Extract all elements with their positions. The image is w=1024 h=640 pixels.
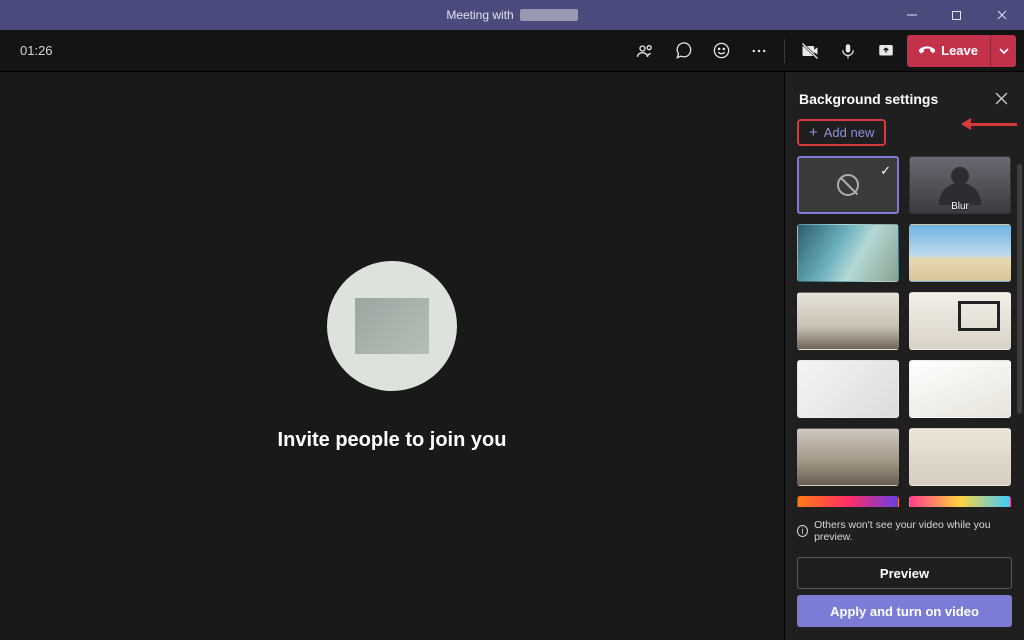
app-window: Meeting with 01:26 xyxy=(0,0,1024,640)
avatar-placeholder xyxy=(355,298,429,354)
bg-option-image[interactable] xyxy=(909,292,1011,350)
preview-info: i Others won't see your video while you … xyxy=(797,513,1012,551)
leave-button[interactable]: Leave xyxy=(907,35,1016,67)
titlebar: Meeting with xyxy=(0,0,1024,30)
close-window-button[interactable] xyxy=(979,0,1024,30)
apply-label: Apply and turn on video xyxy=(830,604,979,619)
minimize-button[interactable] xyxy=(889,0,934,30)
title-redacted xyxy=(520,9,578,21)
check-icon: ✓ xyxy=(880,163,891,179)
bg-option-blur[interactable]: Blur xyxy=(909,156,1011,214)
avatar xyxy=(327,261,457,391)
meeting-timer: 01:26 xyxy=(20,43,53,58)
window-title: Meeting with xyxy=(446,8,577,22)
add-new-button[interactable]: + Add new xyxy=(797,119,886,146)
bg-option-image[interactable] xyxy=(797,292,899,350)
title-prefix: Meeting with xyxy=(446,8,513,22)
bg-option-image[interactable] xyxy=(909,360,1011,418)
info-text: Others won't see your video while you pr… xyxy=(814,519,1012,543)
leave-caret[interactable] xyxy=(990,35,1016,67)
background-thumbnails: ✓ Blur xyxy=(785,154,1024,507)
preview-button[interactable]: Preview xyxy=(797,557,1012,589)
toolbar-actions: Leave xyxy=(628,35,1016,67)
reactions-icon[interactable] xyxy=(704,35,738,67)
panel-header: Background settings xyxy=(785,72,1024,117)
annotation-arrow xyxy=(961,118,1017,130)
share-screen-icon[interactable] xyxy=(869,35,903,67)
panel-title: Background settings xyxy=(799,91,938,107)
preview-label: Preview xyxy=(880,566,929,581)
microphone-icon[interactable] xyxy=(831,35,865,67)
chat-icon[interactable] xyxy=(666,35,700,67)
maximize-button[interactable] xyxy=(934,0,979,30)
background-settings-panel: Background settings + Add new xyxy=(784,72,1024,640)
toolbar-separator xyxy=(784,39,785,63)
bg-option-image[interactable] xyxy=(797,496,899,507)
meeting-stage: Invite people to join you xyxy=(0,72,784,640)
window-controls xyxy=(889,0,1024,30)
blur-label: Blur xyxy=(910,201,1010,212)
apply-button[interactable]: Apply and turn on video xyxy=(797,595,1012,627)
main-body: Invite people to join you Background set… xyxy=(0,72,1024,640)
meeting-toolbar: 01:26 xyxy=(0,30,1024,72)
hangup-icon xyxy=(919,43,935,59)
leave-label: Leave xyxy=(941,43,978,58)
bg-option-image[interactable] xyxy=(909,428,1011,486)
bg-option-image[interactable] xyxy=(797,428,899,486)
plus-icon: + xyxy=(809,125,818,140)
close-panel-button[interactable] xyxy=(991,90,1012,107)
bg-option-image[interactable] xyxy=(909,224,1011,282)
bg-option-image[interactable] xyxy=(797,224,899,282)
bg-option-image[interactable] xyxy=(797,360,899,418)
info-icon: i xyxy=(797,525,808,537)
panel-scrollbar[interactable] xyxy=(1017,164,1022,414)
people-icon[interactable] xyxy=(628,35,662,67)
none-icon xyxy=(837,174,859,196)
bg-option-none[interactable]: ✓ xyxy=(797,156,899,214)
more-icon[interactable] xyxy=(742,35,776,67)
camera-off-icon[interactable] xyxy=(793,35,827,67)
panel-footer: i Others won't see your video while you … xyxy=(785,507,1024,640)
stage-prompt: Invite people to join you xyxy=(278,429,507,452)
add-new-label: Add new xyxy=(824,125,875,140)
bg-option-image[interactable] xyxy=(909,496,1011,507)
